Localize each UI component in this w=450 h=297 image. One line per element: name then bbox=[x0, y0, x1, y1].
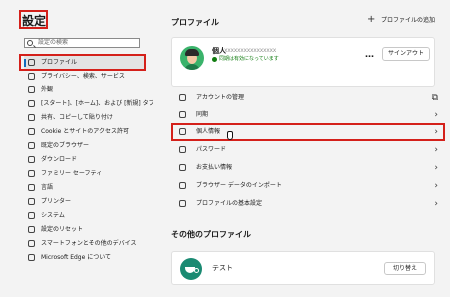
search-input[interactable]: 設定の検索 bbox=[24, 38, 140, 48]
chevron-right-icon: › bbox=[434, 163, 438, 173]
browser-icon bbox=[28, 142, 35, 149]
profile-email: xxxxxxxxxxxxxxxx bbox=[224, 47, 277, 54]
printer-icon bbox=[28, 198, 35, 205]
account-icon bbox=[179, 94, 186, 101]
language-icon bbox=[28, 184, 35, 191]
sidebar-item-label: プリンター bbox=[41, 198, 72, 205]
other-profiles-title: その他のプロファイル bbox=[171, 230, 251, 239]
sidebar-item-label: スマートフォンとその他のデバイス bbox=[41, 240, 137, 247]
row-label: お支払い情報 bbox=[196, 164, 233, 171]
sidebar-item-label: Microsoft Edge について bbox=[41, 254, 112, 261]
settings-title: 設定 bbox=[22, 14, 47, 28]
sync-status: 同期は有効になっています bbox=[219, 56, 279, 62]
edge-icon bbox=[28, 254, 35, 261]
coffee-cup-icon bbox=[180, 258, 202, 280]
sidebar-item-appearance[interactable]: 外観 bbox=[24, 83, 146, 96]
row-manage-account[interactable]: アカウントの管理 ⧉ bbox=[171, 91, 442, 105]
sync-check-icon bbox=[212, 57, 217, 62]
key-icon bbox=[179, 146, 186, 153]
more-options-button[interactable]: … bbox=[365, 50, 374, 60]
sidebar-item-share-copy[interactable]: 共有、コピーして貼り付け bbox=[24, 111, 146, 124]
search-icon bbox=[27, 40, 33, 46]
sidebar-item-label: [スタート]、[ホーム]、および [新規] タブ bbox=[41, 100, 155, 107]
profiles-panel: プロファイル + プロファイルの追加 個人 xxxxxxxxxxxxxxxx 同… bbox=[153, 0, 450, 297]
row-passwords[interactable]: パスワード › bbox=[171, 143, 442, 157]
sidebar-item-languages[interactable]: 言語 bbox=[24, 181, 146, 194]
card-icon bbox=[179, 164, 186, 171]
sidebar-item-cookies[interactable]: Cookie とサイトのアクセス許可 bbox=[24, 125, 146, 138]
sidebar-item-family-safety[interactable]: ファミリー セーフティ bbox=[24, 167, 146, 180]
row-label: アカウントの管理 bbox=[196, 94, 245, 101]
row-label: パスワード bbox=[196, 146, 227, 153]
cookie-icon bbox=[28, 128, 35, 135]
personal-info-row-highlight bbox=[171, 123, 445, 141]
home-icon bbox=[28, 100, 35, 107]
palette-icon bbox=[28, 86, 35, 93]
avatar bbox=[180, 46, 204, 70]
family-icon bbox=[28, 170, 35, 177]
profile-settings-icon bbox=[179, 200, 186, 207]
search-placeholder: 設定の検索 bbox=[38, 39, 69, 46]
download-icon bbox=[28, 156, 35, 163]
chevron-right-icon: › bbox=[434, 110, 438, 120]
share-icon bbox=[28, 114, 35, 121]
lock-icon bbox=[28, 73, 35, 80]
import-icon bbox=[179, 182, 186, 189]
other-profile-card: テスト 切り替え bbox=[171, 251, 435, 285]
sidebar-item-privacy[interactable]: プライバシー、検索、サービス bbox=[24, 70, 146, 83]
chevron-right-icon: › bbox=[434, 181, 438, 191]
other-profile-name: テスト bbox=[212, 264, 233, 272]
signout-button[interactable]: サインアウト bbox=[382, 47, 430, 61]
switch-profile-button[interactable]: 切り替え bbox=[384, 262, 426, 275]
sidebar-item-label: 言語 bbox=[41, 184, 54, 191]
phone-icon bbox=[28, 240, 35, 247]
reset-icon bbox=[28, 226, 35, 233]
row-payment-info[interactable]: お支払い情報 › bbox=[171, 161, 442, 175]
sidebar-item-downloads[interactable]: ダウンロード bbox=[24, 153, 146, 166]
sidebar-item-label: システム bbox=[41, 212, 65, 219]
add-profile-button[interactable]: プロファイルの追加 bbox=[381, 16, 435, 26]
settings-sidebar: 設定 設定の検索 プロファイル プライバシー、検索、サービス 外観 [スタート]… bbox=[0, 0, 155, 297]
chevron-right-icon: › bbox=[434, 145, 438, 155]
sidebar-item-label: ダウンロード bbox=[41, 156, 78, 163]
row-sync[interactable]: 同期 › bbox=[171, 108, 442, 122]
sidebar-item-default-browser[interactable]: 既定のブラウザー bbox=[24, 139, 146, 152]
row-profile-preferences[interactable]: プロファイルの基本設定 › bbox=[171, 197, 442, 211]
sidebar-item-printers[interactable]: プリンター bbox=[24, 195, 146, 208]
row-label: ブラウザー データのインポート bbox=[196, 182, 282, 189]
sidebar-item-label: プライバシー、検索、サービス bbox=[41, 73, 125, 80]
sidebar-item-system[interactable]: システム bbox=[24, 209, 146, 222]
sidebar-item-about-edge[interactable]: Microsoft Edge について bbox=[24, 251, 146, 264]
row-label: 同期 bbox=[196, 111, 209, 118]
row-label: プロファイルの基本設定 bbox=[196, 200, 263, 207]
sidebar-item-label: Cookie とサイトのアクセス許可 bbox=[41, 128, 129, 135]
profiles-highlight bbox=[19, 54, 146, 71]
profile-card: 個人 xxxxxxxxxxxxxxxx 同期は有効になっています … サインアウ… bbox=[171, 37, 435, 87]
row-import-data[interactable]: ブラウザー データのインポート › bbox=[171, 179, 442, 193]
sidebar-item-label: 既定のブラウザー bbox=[41, 142, 90, 149]
sidebar-item-phone-devices[interactable]: スマートフォンとその他のデバイス bbox=[24, 237, 146, 250]
chevron-right-icon: › bbox=[434, 199, 438, 209]
page-title: プロファイル bbox=[171, 18, 219, 27]
external-link-icon: ⧉ bbox=[431, 93, 438, 103]
sidebar-item-start-home-newtab[interactable]: [スタート]、[ホーム]、および [新規] タブ bbox=[24, 97, 155, 110]
system-icon bbox=[28, 212, 35, 219]
hand-cursor-icon bbox=[227, 131, 233, 140]
sidebar-item-label: 外観 bbox=[41, 86, 54, 93]
sidebar-item-label: 共有、コピーして貼り付け bbox=[41, 114, 113, 121]
sync-icon bbox=[179, 111, 186, 118]
plus-icon[interactable]: + bbox=[367, 14, 375, 26]
sidebar-item-label: 設定のリセット bbox=[41, 226, 84, 233]
sidebar-item-reset[interactable]: 設定のリセット bbox=[24, 223, 146, 236]
sidebar-item-label: ファミリー セーフティ bbox=[41, 170, 103, 177]
